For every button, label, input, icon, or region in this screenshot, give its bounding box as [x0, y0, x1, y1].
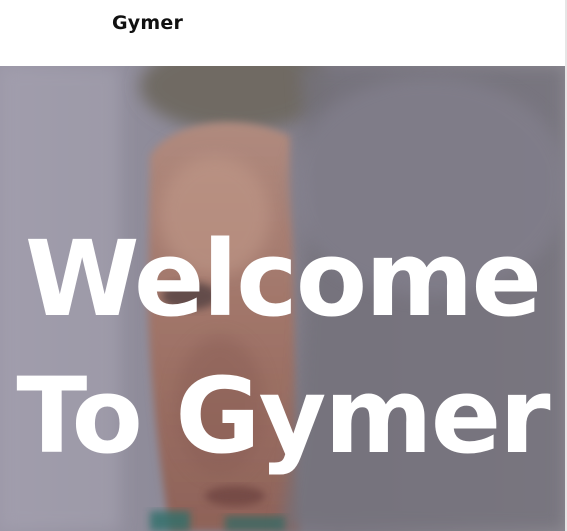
brand-logo-link[interactable]: Gymer: [112, 12, 183, 34]
hero-title-line-2: To Gymer: [16, 355, 550, 477]
page: Gymer Welcome To Gymer: [0, 0, 567, 531]
hero-title-line-1: Welcome: [24, 218, 542, 340]
hero-section: Welcome To Gymer: [0, 66, 565, 531]
navbar: Gymer: [0, 0, 565, 66]
